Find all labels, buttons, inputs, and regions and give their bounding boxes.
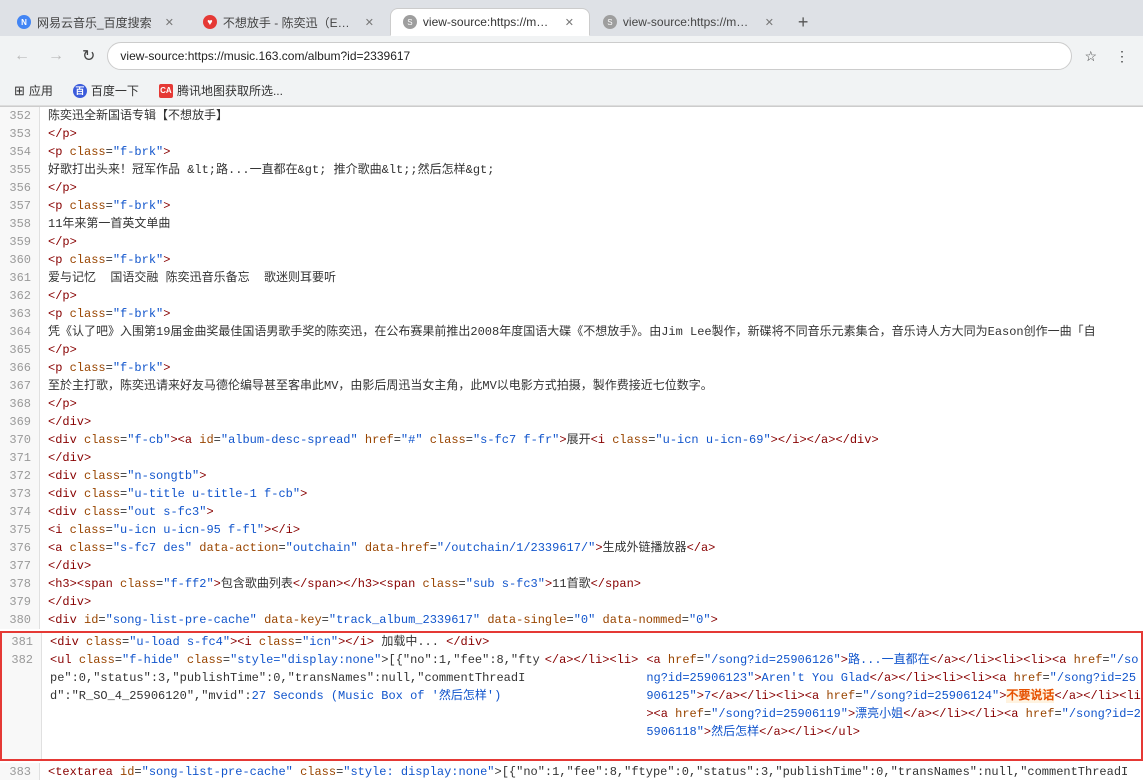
tab-bar: N 网易云音乐_百度搜索 ✕ ♥ 不想放手 - 陈奕迅（Eason Cha… ✕… (0, 0, 1143, 36)
tab4-close[interactable]: ✕ (762, 15, 777, 30)
line-381: 381 <div class="u-load s-fc4"><i class="… (2, 633, 1141, 651)
browser-chrome: N 网易云音乐_百度搜索 ✕ ♥ 不想放手 - 陈奕迅（Eason Cha… ✕… (0, 0, 1143, 107)
bookmark-ca[interactable]: CA 腾讯地图获取所选... (153, 80, 289, 101)
bookmark-baidu-label: 百度一下 (91, 82, 139, 99)
bookmark-ca-label: 腾讯地图获取所选... (177, 82, 283, 99)
line-372: 372 <div class="n-songtb"> (0, 467, 1143, 485)
link-arent-you-glad[interactable]: Aren't You Glad (762, 671, 870, 685)
link-song-25906120[interactable]: 27 Seconds (Music Box of '然后怎样') (252, 689, 502, 703)
line-359: 359 </p> (0, 233, 1143, 251)
tab-netease-search[interactable]: N 网易云音乐_百度搜索 ✕ (4, 8, 190, 36)
line-371: 371 </div> (0, 449, 1143, 467)
new-tab-button[interactable]: + (790, 8, 817, 36)
line-355: 355 好歌打出头来！冠军作品 &lt;路...一直都在&gt; 推介歌曲&lt… (0, 161, 1143, 179)
link-then-how[interactable]: 然后怎样 (711, 725, 759, 739)
source-view: 352 陈奕迅全新国语专辑【不想放手】 353 </p> 354 <p clas… (0, 107, 1143, 780)
bookmarks-bar: ⊞ 应用 百 百度一下 CA 腾讯地图获取所选... (0, 76, 1143, 106)
tab3-close[interactable]: ✕ (562, 15, 577, 30)
tab2-title: 不想放手 - 陈奕迅（Eason Cha… (223, 14, 352, 31)
highlighted-section: 381 <div class="u-load s-fc4"><i class="… (0, 631, 1143, 761)
line-383: 383 <textarea id="song-list-pre-cache" c… (0, 763, 1143, 780)
ca-icon: CA (159, 84, 173, 98)
line-374: 374 <div class="out s-fc3"> (0, 503, 1143, 521)
link-pretty-girl[interactable]: 漂亮小姐 (855, 707, 903, 721)
bookmark-baidu[interactable]: 百 百度一下 (67, 80, 145, 101)
line-375: 375 <i class="u-icn u-icn-95 f-fl"></i> (0, 521, 1143, 539)
line-363: 363 <p class="f-brk"> (0, 305, 1143, 323)
line-369: 369 </div> (0, 413, 1143, 431)
tab2-close[interactable]: ✕ (362, 15, 377, 30)
line-368: 368 </p> (0, 395, 1143, 413)
line-353: 353 </p> (0, 125, 1143, 143)
line-382: 382 <ul class="f-hide" class="style="dis… (2, 651, 1141, 759)
line-361: 361 爱与记忆 国语交融 陈奕迅音乐备忘 歌迷则耳要听 (0, 269, 1143, 287)
extensions-button[interactable]: ⋮ (1109, 44, 1135, 69)
line-357: 357 <p class="f-brk"> (0, 197, 1143, 215)
link-no-words[interactable]: 不要说话 (1006, 689, 1054, 703)
tab-source-2[interactable]: S view-source:https://music.163… ✕ (590, 8, 790, 36)
tab4-icon: S (603, 15, 617, 29)
line-356: 356 </p> (0, 179, 1143, 197)
line-364: 364 凭《认了吧》入围第19届金曲奖最佳国语男歌手奖的陈奕迅，在公布赛果前推出… (0, 323, 1143, 341)
back-button[interactable]: ← (8, 43, 36, 69)
address-bar-row: ← → ↻ ☆ ⋮ (0, 36, 1143, 76)
line-377: 377 </div> (0, 557, 1143, 575)
address-input[interactable] (107, 42, 1072, 70)
forward-button[interactable]: → (42, 43, 70, 69)
tab3-title: view-source:https://music.163… (423, 15, 552, 29)
line-352: 352 陈奕迅全新国语专辑【不想放手】 (0, 107, 1143, 125)
line-360: 360 <p class="f-brk"> (0, 251, 1143, 269)
tab-source-active[interactable]: S view-source:https://music.163… ✕ (390, 8, 590, 36)
tab2-icon: ♥ (203, 15, 217, 29)
line-373: 373 <div class="u-title u-title-1 f-cb"> (0, 485, 1143, 503)
bookmark-button[interactable]: ☆ (1078, 44, 1103, 69)
bookmark-apps-label: 应用 (29, 82, 53, 99)
line-367: 367 至於主打歌，陈奕迅请来好友马德伦编导甚至客串此MV，由影后周迅当女主角，… (0, 377, 1143, 395)
link-song-25906126[interactable]: 路...一直都在 (848, 653, 930, 667)
line-362: 362 </p> (0, 287, 1143, 305)
line-376: 376 <a class="s-fc7 des" data-action="ou… (0, 539, 1143, 557)
baidu-icon: 百 (73, 84, 87, 98)
line-378: 378 <h3><span class="f-ff2">包含歌曲列表</span… (0, 575, 1143, 593)
tab1-title: 网易云音乐_百度搜索 (37, 14, 152, 31)
bookmark-apps[interactable]: ⊞ 应用 (8, 80, 59, 101)
line-365: 365 </p> (0, 341, 1143, 359)
reload-button[interactable]: ↻ (76, 42, 101, 70)
line-358: 358 11年来第一首英文单曲 (0, 215, 1143, 233)
line-370: 370 <div class="f-cb"><a id="album-desc-… (0, 431, 1143, 449)
tab4-title: view-source:https://music.163… (623, 15, 752, 29)
line-354: 354 <p class="f-brk"> (0, 143, 1143, 161)
line-366: 366 <p class="f-brk"> (0, 359, 1143, 377)
tab1-icon: N (17, 15, 31, 29)
line-379: 379 </div> (0, 593, 1143, 611)
tab1-close[interactable]: ✕ (162, 15, 177, 30)
tab3-icon: S (403, 15, 417, 29)
line-380: 380 <div id="song-list-pre-cache" data-k… (0, 611, 1143, 629)
tab-eason[interactable]: ♥ 不想放手 - 陈奕迅（Eason Cha… ✕ (190, 8, 390, 36)
